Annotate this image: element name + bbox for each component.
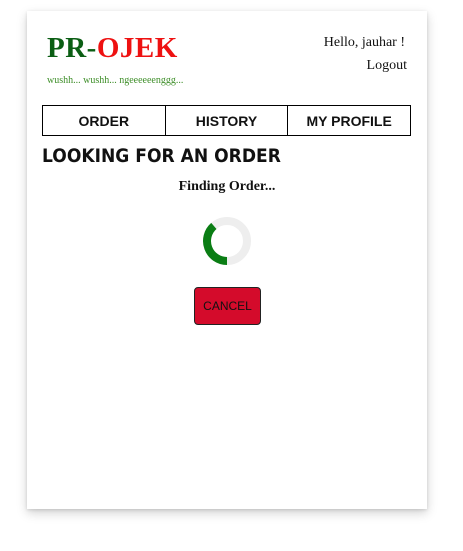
loading-spinner-icon bbox=[202, 216, 252, 266]
brand-text-separator: - bbox=[86, 32, 97, 64]
logout-link[interactable]: Logout bbox=[367, 58, 407, 74]
brand-text-ojek: OJEK bbox=[96, 32, 178, 64]
main-card: PR-OJEK wushh... wushh... ngeeeeeenggg..… bbox=[27, 11, 427, 509]
user-greeting: Hello, jauhar ! bbox=[323, 35, 405, 50]
nav-item-history[interactable]: HISTORY bbox=[164, 106, 288, 135]
cancel-button[interactable]: CANCEL bbox=[194, 287, 261, 325]
nav-item-my-profile[interactable]: MY PROFILE bbox=[287, 106, 410, 135]
page-title: LOOKING FOR AN ORDER bbox=[42, 145, 281, 167]
finding-order-status: Finding Order... bbox=[178, 179, 276, 194]
brand-logo: PR-OJEK bbox=[47, 32, 178, 65]
brand-text-pr: PR bbox=[47, 32, 87, 64]
nav-item-order[interactable]: ORDER bbox=[43, 106, 165, 135]
brand-tagline: wushh... wushh... ngeeeeeenggg... bbox=[47, 75, 184, 86]
main-nav: ORDER HISTORY MY PROFILE bbox=[42, 105, 411, 136]
